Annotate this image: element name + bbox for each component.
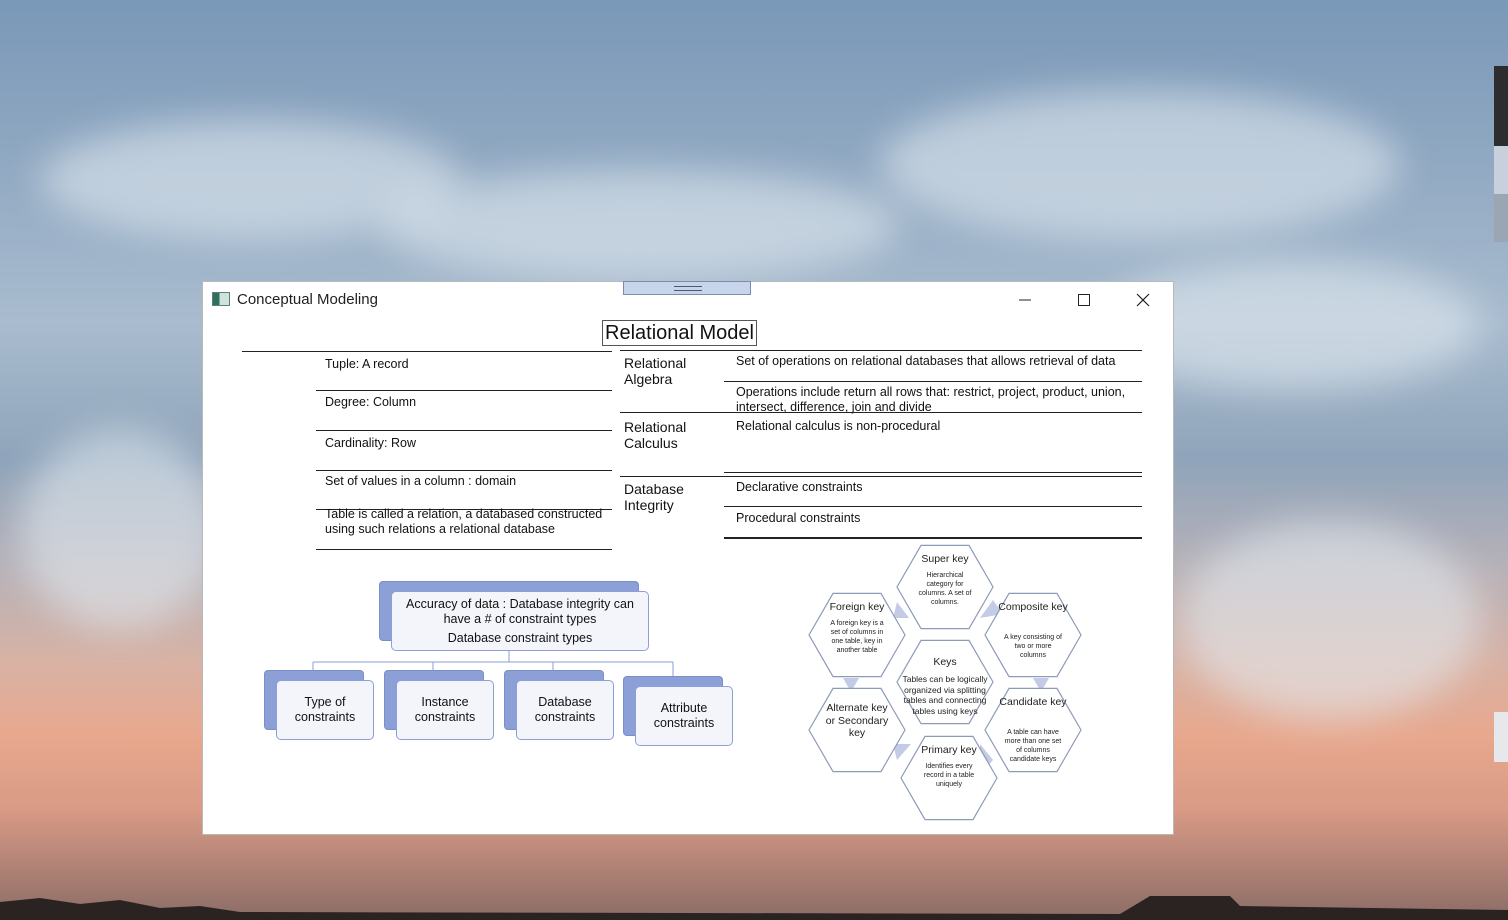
keys-hexagon-diagram: KeysTables can be logically organized vi…: [808, 544, 1082, 821]
key-title: Alternate key or Secondary key: [826, 702, 888, 739]
edge-panel: [1494, 712, 1508, 762]
edge-panel: [1494, 146, 1508, 194]
key-description: Identifies every record in a table uniqu…: [924, 763, 974, 788]
edge-panel: [1494, 194, 1508, 242]
key-description: Hierarchical category for columns. A set…: [919, 572, 972, 606]
edge-panel: [1494, 66, 1508, 146]
skyline: [0, 896, 1508, 920]
app-window: Conceptual Modeling Relational Model Tup…: [203, 281, 1173, 834]
key-description: A table can have more than one set of co…: [1005, 729, 1061, 763]
key-description: A foreign key is a set of columns in one…: [830, 620, 883, 654]
